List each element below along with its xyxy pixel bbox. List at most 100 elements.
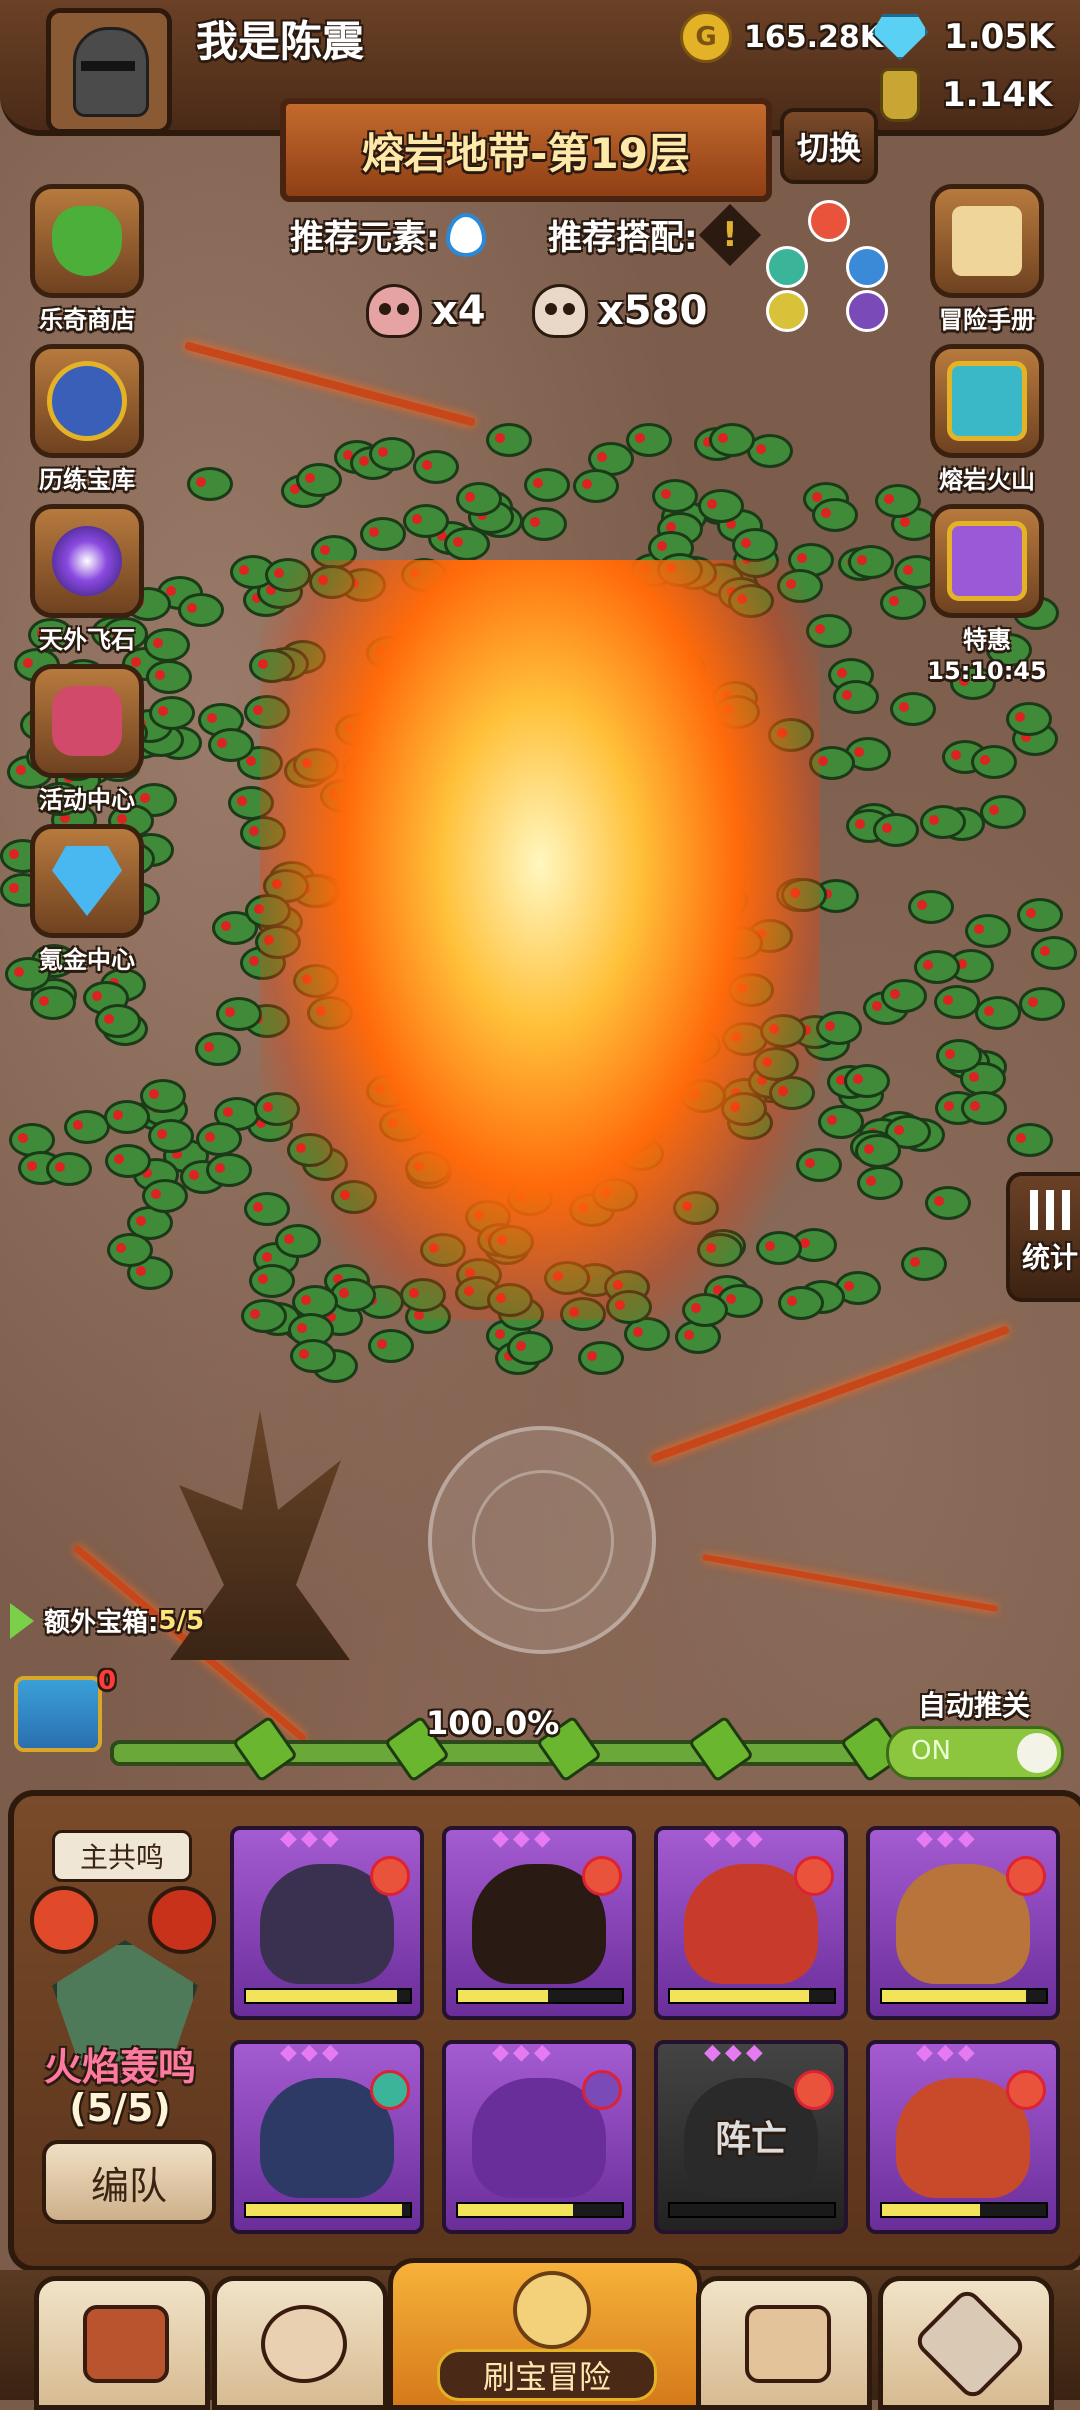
normal-kill-value: x580	[598, 288, 708, 334]
event-center-button[interactable]: 活动中心	[2, 664, 172, 815]
gold-counter[interactable]: G 165.28K	[680, 10, 883, 64]
nav-treasure-adventure-button[interactable]: 刷宝冒险	[388, 2258, 702, 2410]
hero-card[interactable]: ◆◆◆ 阵亡	[654, 2040, 848, 2234]
green-bug-enemy	[1019, 986, 1066, 1021]
hero-hp-bar	[456, 2202, 624, 2218]
recommended-element-label: 推荐元素:	[290, 218, 440, 258]
treasury-button[interactable]: 历练宝库	[2, 344, 172, 495]
shop-button[interactable]: 乐奇商店	[2, 184, 172, 335]
green-bug-enemy	[45, 1152, 92, 1187]
gem-value: 1.05K	[944, 17, 1055, 57]
recharge-center-label: 氪金中心	[39, 946, 135, 974]
visor	[81, 61, 135, 71]
green-bug-enemy	[980, 795, 1027, 830]
hero-hp-bar	[244, 2202, 412, 2218]
hero-card[interactable]: ◆◆◆	[230, 2040, 424, 2234]
green-bug-enemy	[731, 528, 778, 563]
hero-card[interactable]: ◆◆◆	[866, 2040, 1060, 2234]
fire-element-icon	[794, 1856, 834, 1896]
hero-hp-bar	[456, 1988, 624, 2004]
shop-label: 乐奇商店	[39, 306, 135, 334]
team-name: 火焰轰鸣	[43, 2045, 196, 2089]
auto-push-toggle[interactable]: ON	[886, 1726, 1064, 1780]
auto-push-label: 自动推关	[918, 1689, 1031, 1722]
backpack-icon	[745, 2305, 831, 2383]
shop-stall-icon	[83, 2305, 169, 2383]
virtual-joystick[interactable]	[428, 1426, 656, 1654]
recommended-combo: 推荐搭配: !	[548, 203, 761, 266]
flower-bouquet-icon	[52, 686, 122, 756]
hero-card[interactable]: ◆◆◆	[442, 1826, 636, 2020]
play-arrow-icon	[10, 1602, 34, 1639]
green-bug-enemy	[832, 679, 879, 714]
switch-level-button[interactable]: 切换	[780, 108, 878, 184]
lava-volcano-button[interactable]: 熔岩火山	[902, 344, 1072, 495]
lava-volcano-label: 熔岩火山	[939, 466, 1035, 494]
fire-element-icon	[1006, 2070, 1046, 2110]
green-bug-enemy	[970, 745, 1017, 780]
green-bug-enemy	[924, 1185, 971, 1220]
hero-card[interactable]: ◆◆◆	[654, 1826, 848, 2020]
special-offer-button[interactable]: 特惠 15:10:45	[902, 504, 1072, 685]
nav-shop-button[interactable]	[34, 2276, 210, 2410]
stats-button[interactable]: 统计	[1006, 1172, 1080, 1302]
elite-kill-count: x4	[366, 284, 486, 338]
nav-forge-button[interactable]	[878, 2276, 1054, 2410]
green-bug-enemy	[572, 468, 619, 503]
green-bug-enemy	[107, 1232, 154, 1267]
hero-card[interactable]: ◆◆◆	[866, 1826, 1060, 2020]
hero-star-rating: ◆◆◆	[492, 2040, 555, 2065]
moon-element-icon	[582, 2070, 622, 2110]
stats-label: 统计	[1021, 1241, 1078, 1274]
green-bug-enemy	[1017, 898, 1064, 933]
extra-chest-indicator: 额外宝箱: 5/5	[10, 1602, 204, 1639]
green-bug-enemy	[215, 996, 262, 1031]
hero-card[interactable]: ◆◆◆	[230, 1826, 424, 2020]
fire-element-icon	[808, 200, 850, 242]
potion-bottle-icon	[880, 68, 920, 122]
elite-kill-value: x4	[432, 288, 486, 334]
potion-counter[interactable]: 1.14K	[880, 68, 1052, 122]
green-bug-enemy	[141, 1179, 188, 1214]
green-bug-enemy	[847, 544, 894, 579]
hero-card[interactable]: ◆◆◆	[442, 2040, 636, 2234]
toggle-knob	[1017, 1733, 1057, 1773]
burst-resonance-icon[interactable]	[148, 1886, 216, 1954]
player-avatar[interactable]	[46, 8, 172, 134]
green-bug-enemy	[296, 463, 343, 498]
diamond-icon	[52, 846, 122, 916]
green-bug-enemy	[901, 1246, 948, 1281]
hero-star-rating: ◆◆◆	[916, 1826, 979, 1851]
water-drop-icon	[445, 212, 486, 257]
nav-bag-button[interactable]	[696, 2276, 872, 2410]
progress-chest-icon[interactable]	[14, 1676, 102, 1752]
meteor-button[interactable]: 天外飞石	[2, 504, 172, 655]
chest-badge: 0	[98, 1666, 117, 1696]
hammer-icon	[912, 2286, 1028, 2402]
gold-value: 165.28K	[744, 19, 884, 55]
event-center-label: 活动中心	[39, 786, 135, 814]
fire-resonance-icon[interactable]	[30, 1886, 98, 1954]
green-bug-enemy	[577, 1340, 624, 1375]
green-bug-enemy	[843, 1064, 890, 1099]
adventure-manual-button[interactable]: 冒险手册	[902, 184, 1072, 335]
green-bug-enemy	[186, 466, 233, 501]
gem-counter[interactable]: 1.05K	[872, 10, 1054, 64]
green-bug-enemy	[890, 691, 937, 726]
warning-icon[interactable]: !	[698, 203, 761, 266]
hero-hp-bar	[880, 2202, 1048, 2218]
green-bug-enemy	[872, 812, 919, 847]
formation-button[interactable]: 编队	[42, 2140, 216, 2224]
team-count: (5/5)	[69, 2086, 171, 2130]
green-bug-enemy	[1031, 936, 1078, 971]
hero-star-rating: ◆◆◆	[916, 2040, 979, 2065]
nav-heroes-button[interactable]	[212, 2276, 388, 2410]
green-bug-enemy	[907, 889, 954, 924]
fire-explosion-effect	[260, 560, 820, 1320]
hero-star-rating: ◆◆◆	[492, 1826, 555, 1851]
green-bug-enemy	[919, 805, 966, 840]
green-bug-enemy	[177, 593, 224, 628]
recharge-center-button[interactable]: 氪金中心	[2, 824, 172, 975]
green-bug-enemy	[811, 497, 858, 532]
green-bug-enemy	[103, 1100, 150, 1135]
